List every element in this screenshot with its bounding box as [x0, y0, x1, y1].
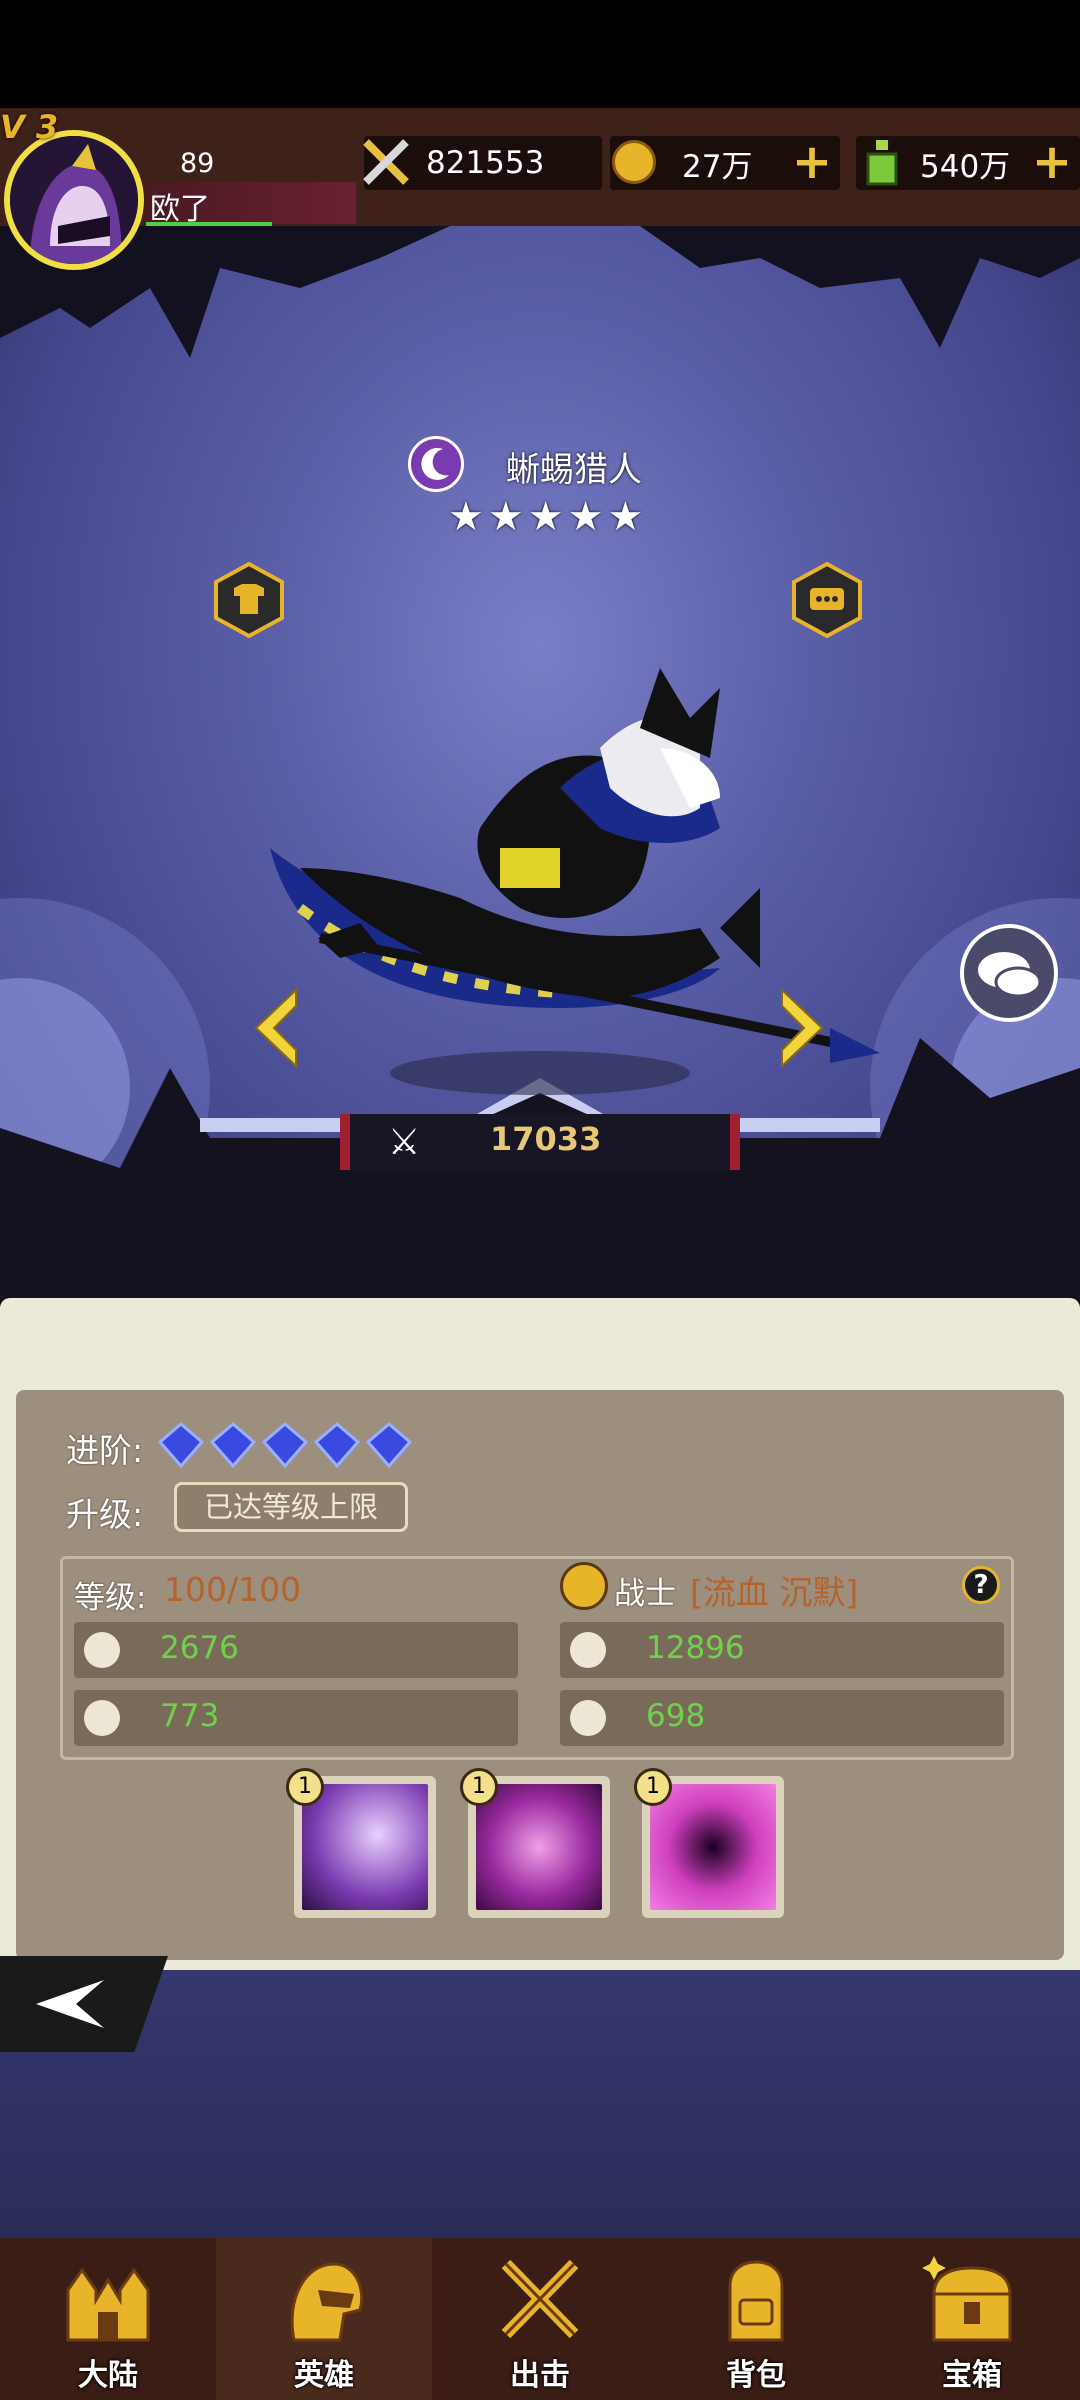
- skin-button[interactable]: [214, 561, 284, 639]
- skill-slot[interactable]: 1: [286, 1768, 436, 1918]
- sword-icon: [84, 1632, 120, 1668]
- star-icon: ★: [567, 494, 604, 540]
- advance-label: 进阶:: [66, 1431, 144, 1470]
- player-exp-bar: [146, 222, 272, 226]
- class-emblem-icon: [560, 1562, 608, 1610]
- lower-background: [0, 1970, 1080, 2238]
- moon-icon: [421, 447, 449, 480]
- defense-value: 773: [160, 1698, 220, 1734]
- health-value: 12896: [646, 1630, 745, 1666]
- upgrade-label: 升级:: [66, 1495, 144, 1534]
- skill-level-badge: 1: [634, 1768, 672, 1806]
- skill-level-badge: 1: [286, 1768, 324, 1806]
- player-avatar[interactable]: [4, 130, 144, 270]
- heart-icon: [570, 1632, 606, 1668]
- nav-label: 背包: [726, 2358, 786, 2393]
- help-icon[interactable]: ?: [962, 1566, 1000, 1604]
- hero-name: 蜥蜴猎人: [506, 450, 642, 490]
- hero-faction-icon: [408, 436, 464, 492]
- crossed-swords-icon: [358, 134, 414, 190]
- nav-backpack[interactable]: 背包: [648, 2238, 864, 2400]
- nav-continent[interactable]: 大陆: [0, 2238, 216, 2400]
- shield-icon: [84, 1700, 120, 1736]
- crossed-swords-icon: [501, 2259, 579, 2339]
- hooded-hero-portrait: [10, 136, 138, 264]
- chevron-right-icon: [781, 987, 824, 1069]
- backpack-icon: [728, 2260, 784, 2342]
- next-hero-button[interactable]: [778, 986, 826, 1070]
- back-arrow-icon: [36, 1980, 104, 2028]
- upgrade-max-button[interactable]: 已达等级上限: [174, 1482, 408, 1532]
- star-icon: ★: [448, 494, 484, 540]
- boot-icon: [570, 1700, 606, 1736]
- combat-power-display: 821553: [363, 136, 602, 190]
- advance-gem-icon: [210, 1422, 256, 1468]
- potion-value: 540万: [920, 148, 1011, 185]
- hero-info-button[interactable]: [792, 561, 862, 639]
- attack-stat: 2676: [74, 1622, 518, 1678]
- skill-slot[interactable]: 1: [460, 1768, 610, 1918]
- treasure-chest-icon: [922, 2256, 1012, 2342]
- gold-value: 27万: [682, 148, 753, 185]
- chat-bubble-icon: [792, 561, 862, 639]
- add-gold-button[interactable]: +: [790, 138, 834, 186]
- battle-power-icon: ⚔: [388, 1122, 421, 1163]
- advance-gem-icon: [158, 1422, 204, 1468]
- speed-stat: 698: [560, 1690, 1004, 1746]
- castle-icon: [66, 2267, 150, 2342]
- chat-button[interactable]: [960, 924, 1058, 1022]
- shirt-icon: [214, 561, 284, 639]
- nav-label: 英雄: [294, 2358, 354, 2393]
- helmet-icon: [290, 2262, 364, 2342]
- combat-power-value: 821553: [426, 145, 545, 181]
- nav-heroes[interactable]: 英雄: [216, 2238, 432, 2400]
- class-name: 战士: [614, 1576, 676, 1612]
- star-icon: ★: [487, 494, 524, 540]
- skill-level-badge: 1: [460, 1768, 498, 1806]
- level-value: 100/100: [164, 1570, 302, 1609]
- nav-treasure[interactable]: 宝箱: [864, 2238, 1080, 2400]
- nav-label: 大陆: [78, 2358, 138, 2393]
- hero-stars: ★ ★ ★ ★ ★: [448, 494, 648, 540]
- health-stat: 12896: [560, 1622, 1004, 1678]
- advance-gem-icon: [262, 1422, 308, 1468]
- player-level: 89: [180, 148, 215, 179]
- add-potion-button[interactable]: +: [1030, 138, 1074, 186]
- scythe-vortex-skill-icon: [650, 1784, 776, 1910]
- class-traits: [流血 沉默]: [690, 1573, 859, 1612]
- advance-gem-icon: [366, 1422, 412, 1468]
- gold-display: 27万 +: [610, 136, 840, 190]
- potion-bottle-icon: [862, 138, 902, 186]
- skill-slot[interactable]: 1: [634, 1768, 784, 1918]
- chevron-left-icon: [254, 987, 297, 1069]
- previous-hero-button[interactable]: [252, 986, 300, 1070]
- advance-gem-icon: [314, 1422, 360, 1468]
- potion-display: 540万 +: [856, 136, 1080, 190]
- claw-slash-skill-icon: [302, 1784, 428, 1910]
- demon-summon-skill-icon: [476, 1784, 602, 1910]
- vip-badge: V 3: [0, 108, 59, 146]
- bottom-navigation: 大陆 英雄 出击 背包 宝箱: [0, 2238, 1080, 2400]
- attack-value: 2676: [160, 1630, 239, 1666]
- nav-label: 宝箱: [942, 2358, 1002, 2393]
- defense-stat: 773: [74, 1690, 518, 1746]
- nav-attack[interactable]: 出击: [432, 2238, 648, 2400]
- speed-value: 698: [646, 1698, 706, 1734]
- nav-label: 出击: [510, 2358, 570, 2393]
- star-icon: ★: [607, 494, 644, 540]
- gold-coin-icon: [612, 140, 656, 184]
- star-icon: ★: [527, 494, 564, 540]
- chat-icon: [978, 952, 1042, 998]
- level-label: 等级:: [74, 1580, 147, 1616]
- hero-power-value: 17033: [490, 1120, 602, 1158]
